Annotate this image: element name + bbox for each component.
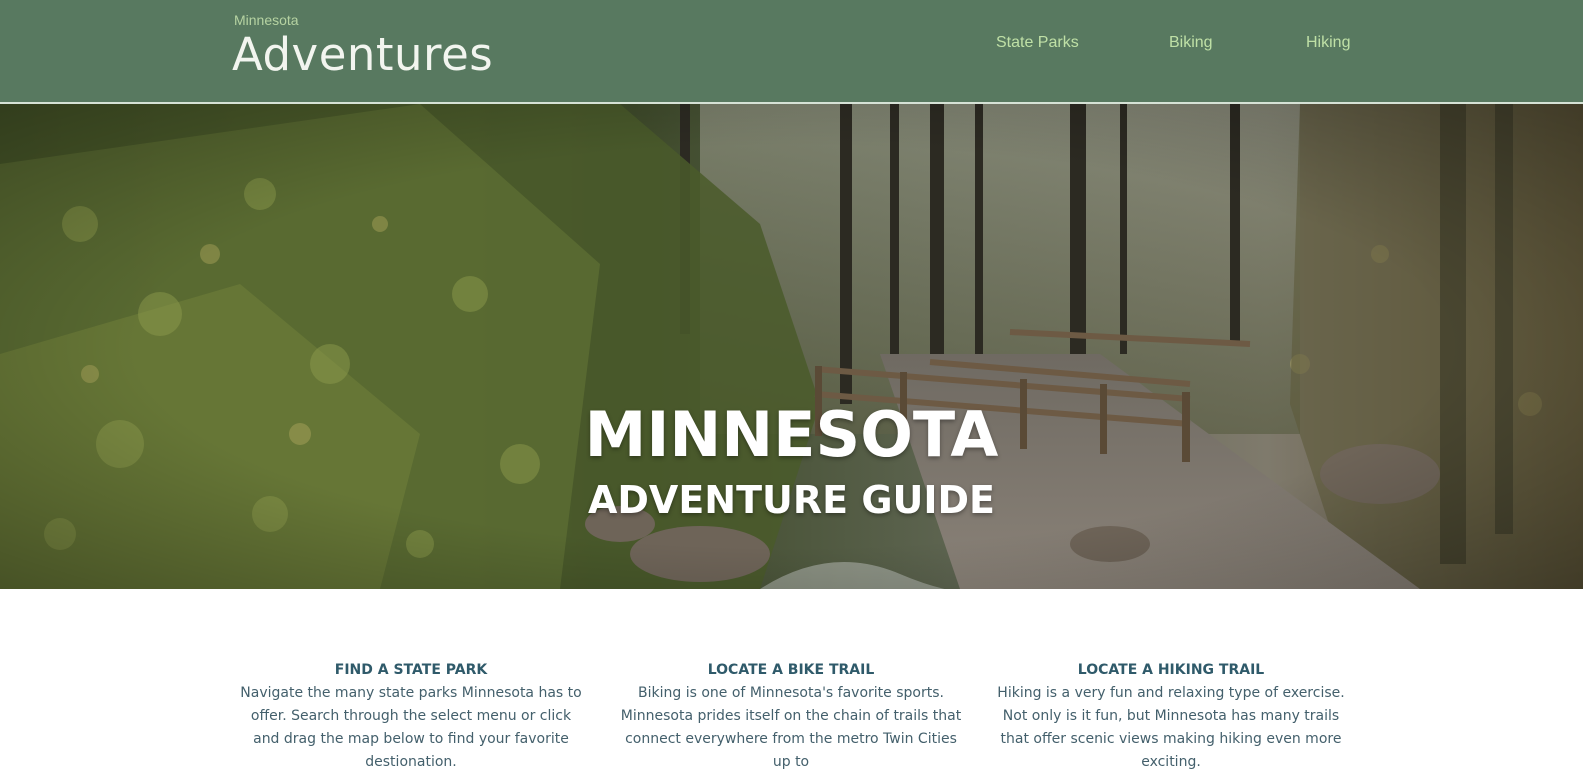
- feature-heading: FIND A STATE PARK: [334, 662, 488, 678]
- hero-subtitle: ADVENTURE GUIDE: [587, 478, 996, 522]
- site-header: Minnesota Adventures State Parks Biking …: [0, 0, 1583, 104]
- feature-heading: LOCATE A BIKE TRAIL: [707, 662, 875, 678]
- feature-heading: LOCATE A HIKING TRAIL: [1077, 662, 1265, 678]
- feature-bike-trail: LOCATE A BIKE TRAIL Biking is one of Min…: [616, 662, 966, 774]
- feature-description: Biking is one of Minnesota's favorite sp…: [620, 685, 962, 770]
- hero-banner: MINNESOTA ADVENTURE GUIDE: [0, 104, 1583, 589]
- feature-hiking-trail: LOCATE A HIKING TRAIL Hiking is a very f…: [996, 662, 1346, 774]
- nav-link-biking[interactable]: Biking: [1169, 34, 1213, 52]
- feature-description: Navigate the many state parks Minnesota …: [240, 685, 582, 770]
- feature-state-park: FIND A STATE PARK Navigate the many stat…: [236, 662, 586, 774]
- feature-description: Hiking is a very fun and relaxing type o…: [997, 685, 1345, 770]
- brand-tagline: Minnesota: [234, 12, 299, 28]
- brand-logo-text[interactable]: Adventures: [232, 28, 493, 81]
- nav-link-state-parks[interactable]: State Parks: [996, 34, 1079, 52]
- hero-title: MINNESOTA: [584, 398, 999, 471]
- nav-link-hiking[interactable]: Hiking: [1306, 34, 1350, 52]
